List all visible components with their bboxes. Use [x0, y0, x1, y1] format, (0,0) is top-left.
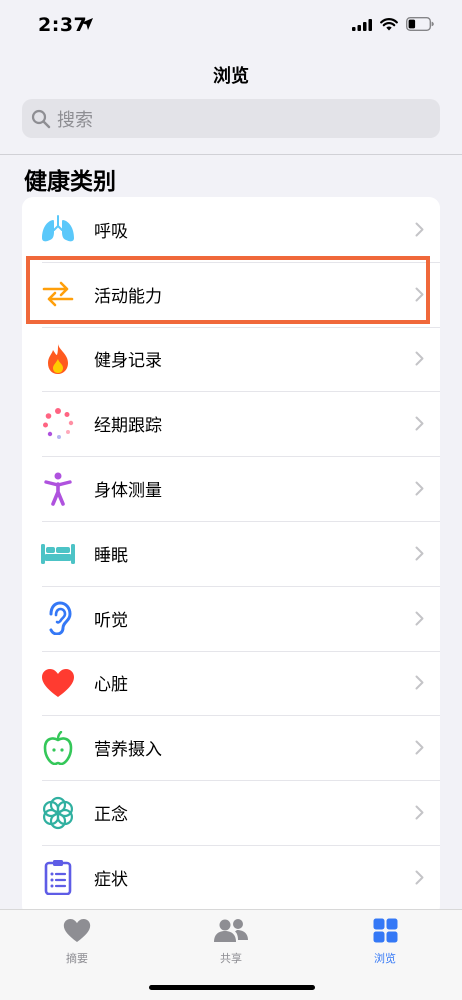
chevron-right-icon [415, 287, 424, 302]
header-divider [0, 154, 462, 155]
heart-icon [40, 665, 76, 701]
tab-summary[interactable]: 摘要 [37, 918, 117, 966]
category-row-heart[interactable]: 心脏 [22, 650, 440, 716]
section-title: 健康类别 [24, 169, 116, 195]
tab-sharing[interactable]: 共享 [191, 918, 271, 966]
heart-icon [63, 918, 91, 947]
category-label: 活动能力 [94, 286, 162, 307]
tab-label: 共享 [220, 952, 242, 965]
chevron-right-icon [415, 870, 424, 885]
category-label: 听觉 [94, 610, 128, 631]
mobility-arrows-icon [40, 276, 76, 312]
category-label: 营养摄入 [94, 740, 162, 761]
chevron-right-icon [415, 740, 424, 755]
category-label: 正念 [94, 805, 128, 826]
ear-icon [40, 600, 76, 636]
tab-browse[interactable]: 浏览 [345, 918, 425, 966]
home-indicator [149, 985, 315, 990]
wifi-icon [380, 16, 398, 35]
cycle-dots-icon [40, 406, 76, 442]
chevron-right-icon [415, 416, 424, 431]
clipboard-icon [40, 859, 76, 896]
tab-label: 浏览 [374, 952, 396, 965]
chevron-right-icon [415, 611, 424, 626]
category-row-sleep[interactable]: 睡眠 [22, 520, 440, 586]
category-row-hearing[interactable]: 听觉 [22, 585, 440, 651]
category-row-mindfulness[interactable]: 正念 [22, 780, 440, 845]
location-arrow-icon [80, 16, 94, 35]
category-row-nutrition[interactable]: 营养摄入 [22, 715, 440, 780]
category-label: 症状 [94, 869, 128, 890]
category-row-cycle-tracking[interactable]: 经期跟踪 [22, 391, 440, 456]
search-input[interactable]: 搜索 [22, 99, 440, 138]
search-icon [31, 109, 51, 129]
category-row-respiratory[interactable]: 呼吸 [22, 197, 440, 262]
search-placeholder: 搜索 [57, 109, 93, 131]
grid-icon [373, 918, 398, 947]
category-row-mobility[interactable]: 活动能力 [22, 261, 440, 327]
chevron-right-icon [415, 481, 424, 496]
apple-icon [40, 730, 76, 766]
category-label: 健身记录 [94, 351, 162, 372]
flame-icon [40, 341, 76, 377]
chevron-right-icon [415, 222, 424, 237]
people-icon [213, 918, 249, 947]
status-bar: 2:37 [0, 0, 462, 50]
bed-icon [40, 535, 76, 571]
category-row-symptoms[interactable]: 症状 [22, 844, 440, 910]
category-label: 呼吸 [94, 221, 128, 242]
body-figure-icon [40, 471, 76, 507]
chevron-right-icon [415, 351, 424, 366]
chevron-right-icon [415, 805, 424, 820]
chevron-right-icon [415, 675, 424, 690]
tab-label: 摘要 [66, 952, 88, 965]
category-row-body-measurements[interactable]: 身体测量 [22, 456, 440, 521]
category-label: 心脏 [94, 675, 128, 696]
category-label: 身体测量 [94, 481, 162, 502]
status-indicators [352, 16, 434, 35]
lungs-icon [40, 211, 76, 247]
chevron-right-icon [415, 546, 424, 561]
category-label: 睡眠 [94, 545, 128, 566]
health-categories-list: 呼吸 活动能力 健身记录 经期跟踪 身体测量 睡眠 听觉 心脏 营养摄入 正念 … [22, 197, 440, 917]
category-row-activity[interactable]: 健身记录 [22, 326, 440, 392]
battery-icon [405, 16, 434, 35]
category-label: 经期跟踪 [94, 416, 162, 437]
page-title: 浏览 [213, 66, 249, 87]
cellular-signal-icon [352, 16, 372, 35]
mindfulness-flower-icon [40, 795, 76, 831]
